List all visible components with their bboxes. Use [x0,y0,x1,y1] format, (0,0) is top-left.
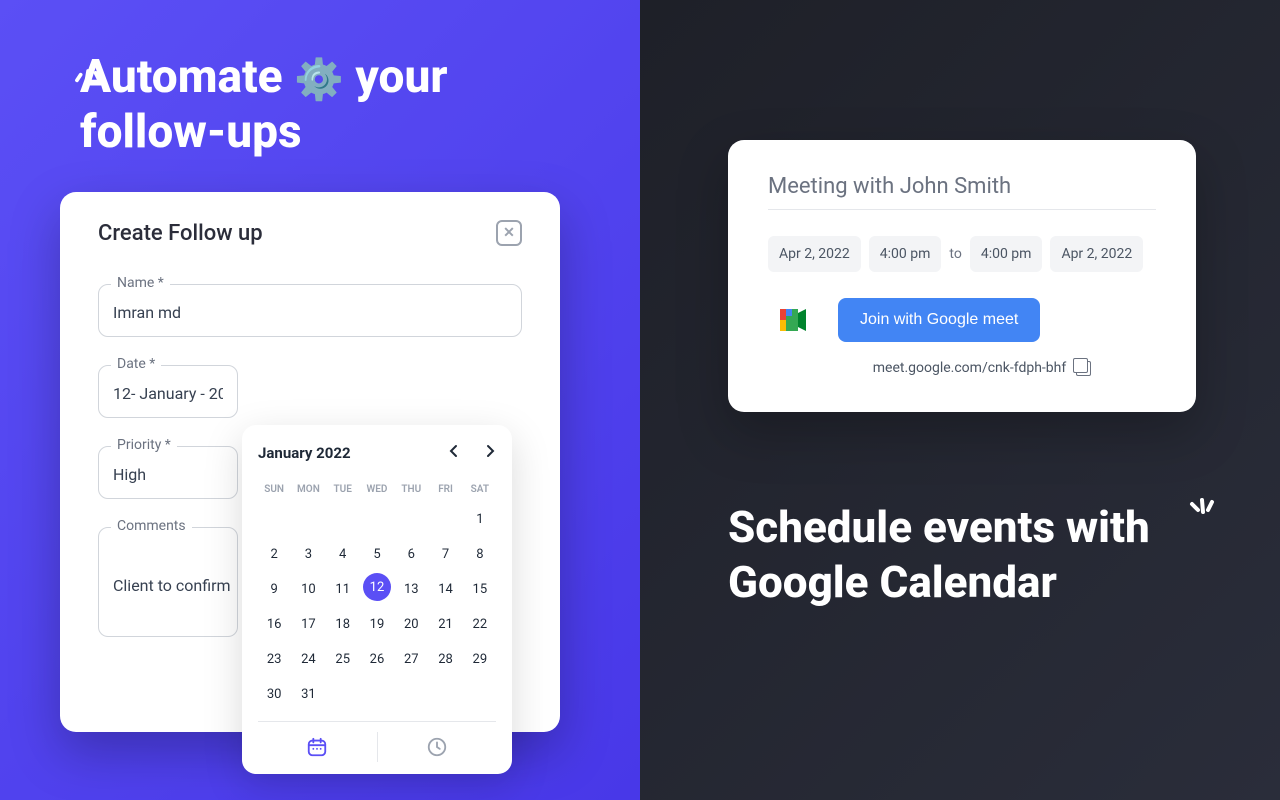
card-header: Create Follow up ✕ [98,220,522,246]
calendar-time-tab[interactable] [378,732,497,762]
calendar-day[interactable]: 1 [464,503,496,536]
end-time-chip[interactable]: 4:00 pm [970,236,1043,272]
calendar-day[interactable]: 15 [464,573,496,606]
calendar-day[interactable]: 22 [464,608,496,641]
clock-icon [426,736,448,758]
calendar-day[interactable]: 4 [327,538,359,571]
calendar-dayname: MON [292,478,324,501]
name-value: Imran md [113,303,507,322]
to-label: to [949,246,961,262]
calendar-day[interactable]: 20 [395,608,427,641]
accent-tick-icon [75,58,103,84]
start-date-chip[interactable]: Apr 2, 2022 [768,236,861,272]
calendar-day[interactable]: 21 [429,608,461,641]
calendar-day[interactable]: 16 [258,608,290,641]
google-meet-icon [780,309,808,331]
calendar-day[interactable]: 17 [292,608,324,641]
calendar-popup: January 2022 SUNMONTUEWEDTHUFRISAT123456… [242,425,512,774]
calendar-day[interactable]: 3 [292,538,324,571]
calendar-day[interactable]: 30 [258,678,290,711]
end-date-chip[interactable]: Apr 2, 2022 [1050,236,1143,272]
meeting-title[interactable]: Meeting with John Smith [768,174,1156,210]
prev-month-button[interactable] [448,443,458,462]
copy-link-button[interactable] [1076,361,1091,376]
priority-field[interactable]: Priority * High [98,446,238,499]
calendar-day[interactable]: 29 [464,643,496,676]
headline-left: Automate ⚙️ your follow-ups [80,50,592,160]
left-panel: Automate ⚙️ your follow-ups Create Follo… [0,0,640,800]
calendar-day[interactable]: 27 [395,643,427,676]
calendar-day[interactable]: 24 [292,643,324,676]
comments-field[interactable]: Comments Client to confirm [98,527,238,637]
calendar-nav [448,443,496,462]
headline-part1: Automate [80,50,283,104]
calendar-day[interactable]: 6 [395,538,427,571]
priority-value: High [113,465,223,484]
calendar-day[interactable]: 9 [258,573,290,606]
calendar-day[interactable]: 13 [395,573,427,606]
right-panel: Meeting with John Smith Apr 2, 2022 4:00… [640,0,1280,800]
meet-row: Join with Google meet [768,298,1156,342]
meeting-card: Meeting with John Smith Apr 2, 2022 4:00… [728,140,1196,412]
calendar-day[interactable]: 2 [258,538,290,571]
next-month-button[interactable] [486,443,496,462]
calendar-day[interactable]: 14 [429,573,461,606]
calendar-footer [258,721,496,762]
meeting-times: Apr 2, 2022 4:00 pm to 4:00 pm Apr 2, 20… [768,236,1156,272]
calendar-day[interactable]: 25 [327,643,359,676]
calendar-dayname: WED [361,478,393,501]
date-label: Date * [111,356,161,372]
calendar-day[interactable]: 5 [361,538,393,571]
calendar-dayname: SUN [258,478,290,501]
card-title: Create Follow up [98,221,263,246]
calendar-dayname: TUE [327,478,359,501]
close-button[interactable]: ✕ [496,220,522,246]
calendar-date-tab[interactable] [258,732,378,762]
comments-label: Comments [111,518,192,534]
name-field[interactable]: Name * Imran md [98,284,522,337]
calendar-day[interactable]: 11 [327,573,359,606]
calendar-grid: SUNMONTUEWEDTHUFRISAT1234567891011121314… [258,478,496,711]
priority-label: Priority * [111,437,177,453]
calendar-day[interactable]: 18 [327,608,359,641]
calendar-day[interactable]: 10 [292,573,324,606]
date-value: 12- January - 2022 [113,384,223,403]
name-label: Name * [111,275,170,291]
calendar-icon [306,736,328,758]
calendar-day[interactable]: 12 [363,573,391,601]
calendar-header: January 2022 [258,443,496,462]
calendar-day[interactable]: 23 [258,643,290,676]
calendar-month-label: January 2022 [258,444,351,462]
gear-icon: ⚙️ [294,56,344,103]
date-field[interactable]: Date * 12- January - 2022 [98,365,238,418]
calendar-day[interactable]: 7 [429,538,461,571]
start-time-chip[interactable]: 4:00 pm [869,236,942,272]
calendar-day[interactable]: 31 [292,678,324,711]
comments-value: Client to confirm [113,576,223,595]
calendar-dayname: THU [395,478,427,501]
headline-right: Schedule events with Google Calendar [728,500,1280,610]
calendar-day[interactable]: 28 [429,643,461,676]
calendar-dayname: SAT [464,478,496,501]
calendar-day[interactable]: 26 [361,643,393,676]
meet-link-row: meet.google.com/cnk-fdph-bhf [768,360,1156,376]
calendar-day[interactable]: 19 [361,608,393,641]
meet-link: meet.google.com/cnk-fdph-bhf [873,360,1066,376]
calendar-day[interactable]: 8 [464,538,496,571]
join-meet-button[interactable]: Join with Google meet [838,298,1040,342]
calendar-dayname: FRI [429,478,461,501]
